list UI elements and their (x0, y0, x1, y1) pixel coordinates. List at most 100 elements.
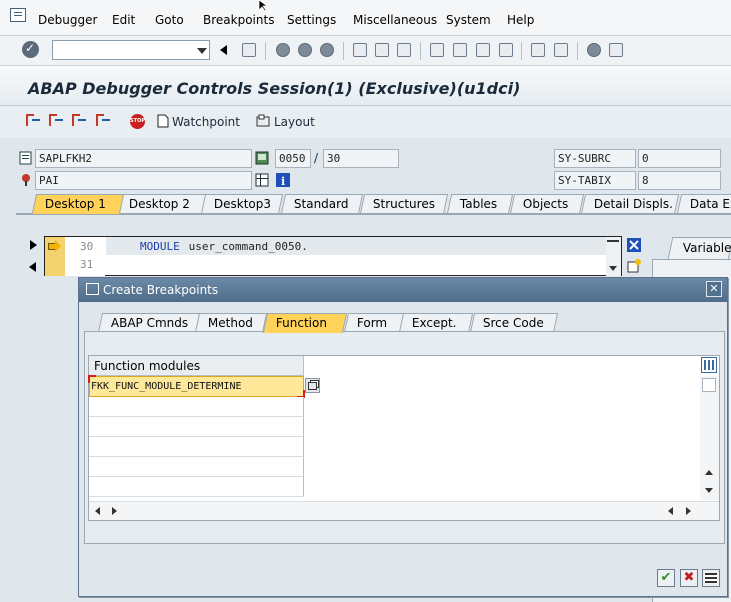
menu-breakpoints[interactable]: Breakpoints (203, 13, 274, 27)
value-help-icon[interactable] (305, 378, 320, 393)
table-row[interactable] (89, 477, 304, 497)
code-scrollbar[interactable] (606, 237, 621, 276)
toolbar-separator (577, 42, 578, 60)
program-icon (19, 151, 32, 165)
tab-tables[interactable]: Tables (446, 194, 514, 214)
code-keyword: MODULE (140, 240, 180, 253)
tab-label: Standard (293, 197, 349, 211)
find-next-icon[interactable] (397, 43, 411, 57)
menu-miscellaneous[interactable]: Miscellaneous (353, 13, 437, 27)
new-tool-icon[interactable] (627, 259, 641, 273)
svg-text:i: i (281, 175, 285, 187)
tab-data-explorer[interactable]: Data Ex (676, 194, 731, 214)
close-tool-icon[interactable] (627, 238, 641, 252)
last-page-icon[interactable] (499, 43, 513, 57)
menu-settings[interactable]: Settings (287, 13, 336, 27)
scroll-down-icon[interactable] (609, 266, 617, 271)
table-row[interactable] (89, 457, 304, 477)
menu-edit[interactable]: Edit (112, 13, 135, 27)
previous-page-icon[interactable] (453, 43, 467, 57)
find-icon[interactable] (375, 43, 389, 57)
tab-label: Variables (682, 241, 731, 255)
table-settings-icon[interactable] (701, 357, 717, 373)
line-number: 30 (80, 240, 94, 253)
menu-system[interactable]: System (446, 13, 491, 27)
tab-abap-cmnds[interactable]: ABAP Cmnds (97, 313, 201, 333)
return-icon[interactable] (72, 114, 86, 128)
scroll-top-icon[interactable] (607, 240, 619, 242)
menu-bar: Debugger Edit Goto Breakpoints Settings … (0, 0, 731, 36)
cancel-icon[interactable]: ✖ (680, 569, 698, 587)
tab-objects[interactable]: Objects (509, 194, 585, 214)
tab-standard[interactable]: Standard (280, 194, 364, 214)
info-icon[interactable]: i (276, 173, 290, 187)
dialog-icon (86, 283, 99, 295)
tab-srce-code[interactable]: Srce Code (469, 313, 559, 333)
delete-entries-icon[interactable] (702, 569, 720, 587)
tab-function[interactable]: Function (262, 313, 348, 333)
command-field[interactable] (52, 40, 210, 60)
tab-label: Desktop 1 (44, 197, 106, 211)
layout-button[interactable]: Layout (274, 115, 315, 129)
menu-goto[interactable]: Goto (155, 13, 184, 27)
stop-icon[interactable]: STOP (130, 114, 145, 129)
tab-form[interactable]: Form (343, 313, 405, 333)
expand-arrow-icon[interactable] (30, 240, 37, 250)
table-row[interactable] (89, 417, 304, 437)
exit-icon[interactable] (298, 43, 312, 57)
back-icon[interactable] (276, 43, 290, 57)
tab-label: Desktop 2 (128, 197, 190, 211)
table-row[interactable] (89, 437, 304, 457)
watchpoint-button[interactable]: Watchpoint (172, 115, 240, 129)
mouse-cursor-icon (258, 0, 269, 12)
first-page-icon[interactable] (430, 43, 444, 57)
vertical-scrollbar[interactable] (700, 376, 719, 500)
menu-help[interactable]: Help (507, 13, 534, 27)
close-icon[interactable]: ✕ (706, 281, 722, 297)
tab-except[interactable]: Except. (398, 313, 474, 333)
scroll-down-icon[interactable] (705, 488, 713, 493)
sy-subrc-label: SY-SUBRC (554, 149, 636, 168)
tab-desktop-2[interactable]: Desktop 2 (115, 194, 209, 214)
scroll-up-icon[interactable] (705, 470, 713, 475)
new-session-icon[interactable] (531, 43, 545, 57)
collapse-arrow-icon[interactable] (29, 262, 36, 272)
chevron-down-icon[interactable] (197, 48, 207, 54)
horizontal-scrollbar[interactable] (89, 501, 719, 520)
execute-icon[interactable] (49, 114, 63, 128)
scroll-thumb[interactable] (702, 378, 716, 392)
tab-label: Objects (522, 197, 569, 211)
page-title: ABAP Debugger Controls Session(1) (Exclu… (28, 79, 521, 98)
shortcut-icon[interactable] (554, 43, 568, 57)
table-row[interactable] (89, 397, 304, 417)
tab-structures[interactable]: Structures (359, 194, 449, 214)
scroll-right-icon[interactable] (112, 507, 117, 515)
table-icon[interactable] (255, 173, 269, 187)
function-module-input[interactable]: FKK_FUNC_MODULE_DETERMINE (88, 375, 305, 398)
next-page-icon[interactable] (476, 43, 490, 57)
tab-desktop-1[interactable]: Desktop 1 (31, 194, 125, 214)
tab-method[interactable]: Method (194, 313, 268, 333)
scroll-left-icon[interactable] (95, 507, 100, 515)
tab-label: Function (275, 316, 327, 330)
tab-desktop3[interactable]: Desktop3 (200, 194, 284, 214)
layout-menu-icon[interactable] (609, 43, 623, 57)
scroll-left-icon[interactable] (668, 507, 673, 515)
menu-debugger[interactable]: Debugger (38, 13, 97, 27)
print-icon[interactable] (353, 43, 367, 57)
continue-icon[interactable] (96, 114, 110, 128)
tab-detail-displs[interactable]: Detail Displs. (580, 194, 680, 214)
back-arrow-icon[interactable] (220, 45, 227, 55)
dialog-title: Create Breakpoints (103, 283, 219, 297)
save-icon[interactable] (242, 43, 256, 57)
help-icon[interactable] (587, 43, 601, 57)
system-menu-icon[interactable] (10, 8, 26, 22)
cancel-icon[interactable] (320, 43, 334, 57)
scroll-right-icon[interactable] (686, 507, 691, 515)
toolbar-separator (420, 42, 421, 60)
tab-variables[interactable]: Variables (667, 237, 731, 259)
single-step-icon[interactable] (26, 114, 40, 128)
screen-icon[interactable] (255, 151, 269, 165)
enter-icon[interactable] (22, 41, 39, 58)
confirm-icon[interactable]: ✔ (657, 569, 675, 587)
